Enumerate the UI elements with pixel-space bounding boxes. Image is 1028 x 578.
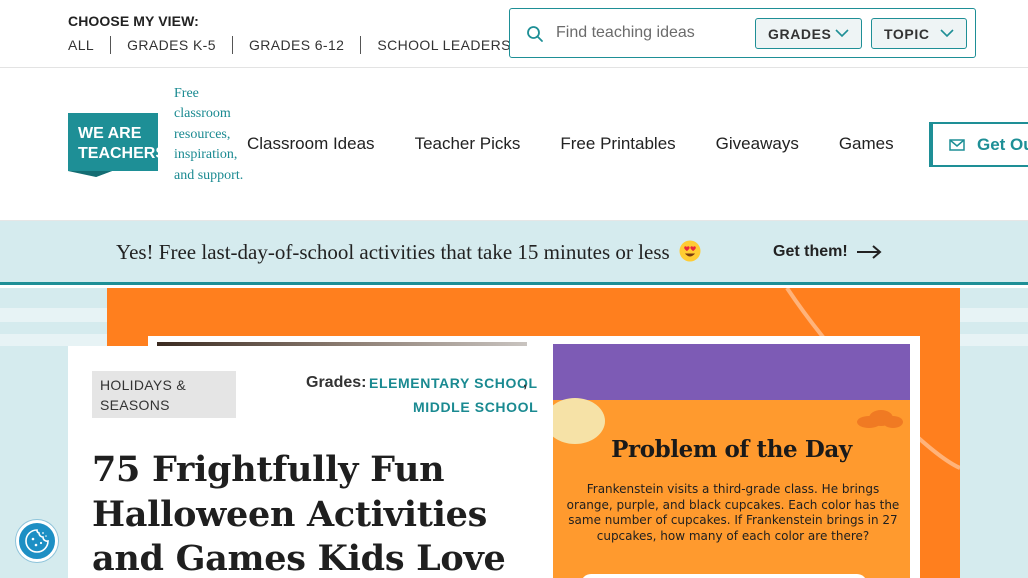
promo-link[interactable]: Get them! [773, 243, 882, 261]
grade-link-elementary[interactable]: ELEMENTARY SCHOOL [369, 375, 538, 391]
chevron-down-icon [940, 29, 954, 38]
newsletter-cta-button[interactable]: Get Ou [929, 122, 1028, 167]
envelope-icon [949, 138, 965, 151]
article-card: HOLIDAYS & SEASONS Grades: ELEMENTARY SC… [68, 346, 553, 578]
grade-separator: , [523, 374, 528, 391]
view-link-grades-6-12[interactable]: GRADES 6-12 [249, 37, 344, 53]
cta-label: Get Ou [977, 134, 1028, 154]
site-logo[interactable]: WE ARE TEACHERS [68, 113, 158, 177]
answer-box [581, 574, 867, 578]
view-link-school-leaders[interactable]: SCHOOL LEADERS [377, 37, 510, 53]
cookie-icon [25, 529, 49, 553]
nav-giveaways[interactable]: Giveaways [716, 134, 799, 154]
search-box: GRADES TOPIC [509, 8, 976, 58]
search-icon[interactable] [526, 25, 544, 43]
divider [110, 36, 112, 54]
top-bar: CHOOSE MY VIEW: ALL GRADES K-5 GRADES 6-… [0, 0, 1028, 68]
article-title: 75 Frightfully Fun Halloween Activities … [92, 449, 506, 578]
logo-text-line1: WE ARE [78, 125, 142, 142]
cookie-settings-button[interactable] [16, 520, 58, 562]
view-link-all[interactable]: ALL [68, 37, 94, 53]
divider [231, 36, 233, 54]
search-input[interactable] [556, 19, 746, 47]
nav-games[interactable]: Games [839, 134, 894, 154]
view-link-grades-k5[interactable]: GRADES K-5 [127, 37, 216, 53]
divider [360, 36, 362, 54]
topic-filter-label: TOPIC [884, 25, 930, 42]
view-links: ALL GRADES K-5 GRADES 6-12 SCHOOL LEADER… [68, 36, 511, 54]
nav-classroom-ideas[interactable]: Classroom Ideas [247, 134, 375, 154]
category-tag[interactable]: HOLIDAYS & SEASONS [92, 371, 236, 418]
grades-filter-select[interactable]: GRADES [755, 18, 862, 49]
nav-free-printables[interactable]: Free Printables [560, 134, 675, 154]
worksheet-header-band [553, 344, 910, 400]
logo-text-line2: TEACHERS [78, 145, 158, 162]
view-label: CHOOSE MY VIEW: [68, 13, 199, 29]
promo-text: Yes! Free last-day-of-school activities … [116, 240, 701, 265]
promo-message: Yes! Free last-day-of-school activities … [116, 240, 670, 264]
grades-label: Grades: [306, 374, 367, 391]
grade-link-middle[interactable]: MIDDLE SCHOOL [413, 399, 538, 415]
arrow-right-icon [856, 245, 882, 259]
promo-banner: Yes! Free last-day-of-school activities … [0, 221, 1028, 285]
grades-filter-label: GRADES [768, 25, 832, 42]
worksheet-title: Problem of the Day [611, 436, 852, 463]
nav-teacher-picks[interactable]: Teacher Picks [415, 134, 521, 154]
site-header: WE ARE TEACHERS Free classroom resources… [0, 68, 1028, 221]
site-tagline: Free classroom resources, inspiration, a… [174, 86, 244, 183]
chevron-down-icon [835, 29, 849, 38]
cloud-icon [857, 410, 903, 428]
main-nav: Classroom Ideas Teacher Picks Free Print… [247, 134, 934, 154]
worksheet-image: Problem of the Day Frankenstein visits a… [553, 344, 910, 578]
topic-filter-select[interactable]: TOPIC [871, 18, 967, 49]
heart-eyes-emoji-icon [679, 240, 701, 262]
promo-link-label: Get them! [773, 243, 848, 260]
worksheet-body: Frankenstein visits a third-grade class.… [566, 482, 900, 543]
